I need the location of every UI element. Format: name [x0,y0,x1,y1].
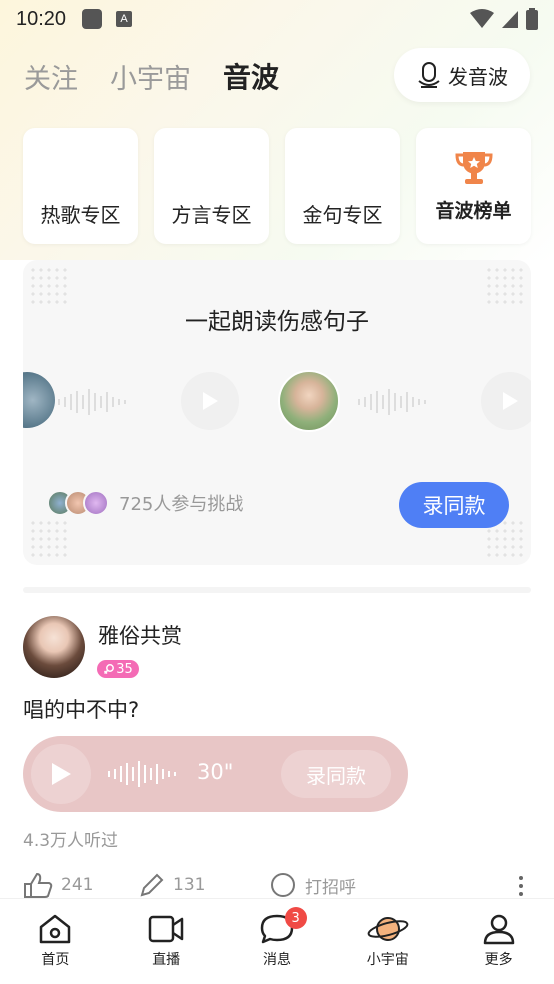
zone-dialect[interactable]: 方言专区 [154,128,269,244]
pencil-icon [140,873,164,897]
zone-hot-songs[interactable]: 热歌专区 [23,128,138,244]
planet-icon [367,917,409,941]
level-number: 35 [116,661,133,677]
avatar [83,490,109,516]
play-icon [52,763,71,785]
zone-quotes[interactable]: 金句专区 [285,128,400,244]
status-bar: 10:20 A [0,0,554,38]
nav-label: 消息 [262,952,291,968]
nav-live[interactable]: 直播 [111,899,222,984]
zone-cards: 热歌专区 方言专区 金句专区 音波榜单 [23,128,531,244]
audio-duration: 30" [197,760,234,784]
listen-count: 4.3万人听过 [23,831,119,851]
avatar[interactable] [23,372,55,428]
video-icon [148,915,184,943]
comment-button[interactable]: 131 [139,872,205,898]
trophy-icon [454,151,493,184]
zone-label: 热歌专区 [40,203,121,227]
record-same-button[interactable]: 录同款 [399,482,509,528]
voice-carousel [23,370,531,434]
zone-label: 方言专区 [171,203,252,227]
notification-app-icon [82,9,103,29]
post-voice-label: 发音波 [448,64,508,89]
section-divider [23,587,531,593]
status-indicators [470,8,538,30]
tab-sound-wave[interactable]: 音波 [223,56,279,96]
post-username[interactable]: 雅俗共赏 [98,620,182,650]
zone-label: 音波榜单 [435,199,512,222]
challenge-title: 一起朗读伤感句子 [185,309,369,335]
waveform-icon [358,389,426,415]
nav-label: 直播 [152,952,181,968]
audio-player[interactable]: 30" 录同款 [23,736,408,812]
like-button[interactable]: 241 [23,872,93,898]
avatar[interactable] [23,616,85,678]
unread-badge: 3 [284,907,307,929]
like-count: 241 [61,875,94,895]
wifi-icon [470,9,494,28]
greet-label: 打招呼 [305,877,356,898]
play-icon [203,392,218,410]
decor-dots [485,266,525,306]
nav-more[interactable]: 更多 [443,899,554,984]
signal-icon [502,11,518,28]
avatar[interactable] [278,370,340,432]
status-time: 10:20 [16,7,67,30]
participants: 725人参与挑战 [47,490,243,516]
zone-label: 金句专区 [302,203,383,227]
nav-home[interactable]: 首页 [0,899,111,984]
nav-label: 首页 [41,952,70,968]
comment-count: 131 [173,875,206,895]
chat-bubble-icon [271,873,295,897]
participants-count: 725人参与挑战 [119,494,244,515]
challenge-card[interactable]: 一起朗读伤感句子 725人参与挑战 录同款 [23,260,531,565]
post-voice-button[interactable]: 发音波 [394,48,530,102]
bottom-nav: 首页 直播 3 消息 小宇宙 更多 [0,898,554,984]
play-button[interactable] [31,744,91,804]
female-icon [104,664,115,675]
zone-rankings[interactable]: 音波榜单 [416,128,531,244]
play-button[interactable] [181,372,239,430]
nav-universe[interactable]: 小宇宙 [332,899,443,984]
waveform-icon [58,389,126,415]
thumbs-up-icon [24,872,53,898]
level-badge: 35 [97,660,139,678]
microphone-icon [418,62,440,88]
greet-button[interactable]: 打招呼 [269,872,356,898]
nav-label: 小宇宙 [366,952,409,968]
play-button[interactable] [481,372,531,430]
nav-label: 更多 [484,952,513,968]
waveform-icon [108,761,176,787]
more-options-icon[interactable] [519,876,523,896]
nav-messages[interactable]: 3 消息 [222,899,333,984]
tab-follow[interactable]: 关注 [24,57,78,96]
record-same-button[interactable]: 录同款 [281,750,391,798]
play-icon [503,392,518,410]
top-tabs: 关注 小宇宙 音波 [24,48,279,104]
keyboard-indicator-icon: A [116,11,133,27]
post-text: 唱的中不中? [23,698,140,722]
battery-icon [526,8,538,30]
person-icon [483,914,514,945]
decor-dots [29,266,69,306]
decor-dots [29,519,69,559]
tab-universe[interactable]: 小宇宙 [110,57,191,96]
home-icon [40,914,71,944]
